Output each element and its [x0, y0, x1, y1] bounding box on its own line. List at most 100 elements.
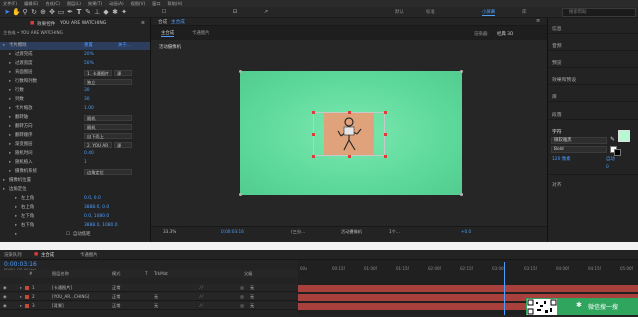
preview-panel-tab[interactable]: 预览 [552, 59, 562, 66]
effect-controls-tab[interactable]: 效果控件 [37, 21, 55, 27]
current-time[interactable]: 0:00:03:16 [221, 229, 244, 234]
paragraph-panel-tab[interactable]: 段落 [552, 111, 562, 118]
workspace-library[interactable]: 库 [522, 9, 526, 15]
canvas-handle-bl[interactable] [239, 193, 242, 196]
effect-property-row[interactable]: ▸ ☐ 自动焦距 [0, 231, 150, 239]
property-value[interactable]: 0.0, 0.0 [84, 195, 101, 203]
type-tool-icon[interactable]: T [75, 8, 83, 16]
layer-trkmat[interactable]: 无 [154, 302, 158, 310]
layer-name[interactable]: [背景] [52, 302, 64, 310]
layer-parent[interactable]: 无 [250, 302, 254, 310]
workspace-small-screen[interactable]: 小屏幕 [482, 9, 496, 16]
panel-menu-icon[interactable]: ≡ [141, 21, 145, 26]
label-color-swatch[interactable] [25, 286, 29, 290]
twirl-arrow-icon[interactable]: ▸ [9, 141, 11, 149]
label-color-swatch[interactable] [25, 304, 29, 308]
menu-composition[interactable]: 合成(C) [45, 0, 60, 7]
effect-property-row[interactable]: ▸ 左上角 0.0, 0.0 [0, 195, 150, 203]
transform-handle[interactable] [384, 111, 387, 114]
clone-stamp-tool-icon[interactable]: ⊥ [93, 8, 101, 16]
effect-property-row[interactable]: ▸ 随机时间 0.40 [0, 150, 150, 158]
property-dropdown-source[interactable]: 源 [114, 142, 132, 148]
eyedropper-icon[interactable]: ✎ [610, 136, 615, 143]
property-value[interactable]: 30 [84, 87, 90, 95]
transform-handle[interactable] [348, 111, 351, 114]
property-value[interactable]: 3888.0, 0.0 [84, 204, 109, 212]
effect-property-row[interactable]: ▸ 边角定位 [0, 186, 150, 194]
search-help-input[interactable]: 搜索帮助 [562, 8, 636, 17]
twirl-arrow-icon[interactable]: ▸ [15, 222, 17, 230]
menu-edit[interactable]: 编辑(E) [24, 0, 38, 7]
effect-property-row[interactable]: ▸ 过渡完成 20% [0, 51, 150, 59]
property-value[interactable]: 20% [84, 51, 94, 59]
grid-select[interactable]: (三分... [291, 229, 305, 235]
transform-handle[interactable] [348, 155, 351, 158]
twirl-arrow-icon[interactable]: ▸ [9, 123, 11, 131]
twirl-arrow-icon[interactable]: ▸ [9, 105, 11, 113]
tracking-value[interactable]: 0 [606, 165, 609, 170]
fill-color-swatch[interactable] [618, 130, 630, 142]
tab-cartoon[interactable]: 卡通图片 [80, 252, 98, 258]
rectangle-tool-icon[interactable]: ▭ [57, 8, 65, 16]
menu-window[interactable]: 窗口 [152, 0, 160, 7]
audio-panel-tab[interactable]: 音频 [552, 42, 562, 49]
visibility-eye-icon[interactable]: ◉ [3, 293, 7, 301]
stroke-black-swatch[interactable] [614, 149, 621, 156]
twirl-arrow-icon[interactable]: ▸ [15, 213, 17, 221]
effect-property-row[interactable]: ▸ 翻转方向 随机 [0, 123, 150, 131]
rotate-tool-icon[interactable]: ↻ [30, 8, 38, 16]
transform-handle[interactable] [384, 155, 387, 158]
renderer-value[interactable]: 经典 3D [497, 31, 513, 37]
align-panel-tab[interactable]: 对齐 [552, 181, 562, 188]
transform-handle[interactable] [312, 155, 315, 158]
twirl-arrow-icon[interactable]: ▸ [20, 302, 22, 310]
visibility-eye-icon[interactable]: ◉ [3, 302, 7, 310]
menu-view[interactable]: 视图(V) [131, 0, 146, 7]
canvas-handle-tl[interactable] [239, 70, 242, 73]
layer-trkmat[interactable]: 无 [154, 293, 158, 301]
property-dropdown[interactable]: 自下而上 [84, 133, 132, 139]
snap-edges-icon[interactable]: ↗ [262, 8, 270, 16]
camera-tool-icon[interactable]: ⊕ [39, 8, 47, 16]
menu-effect[interactable]: 效果(T) [88, 0, 102, 7]
menu-help[interactable]: 帮助(H) [168, 0, 183, 7]
layer-parent[interactable]: 无 [250, 284, 254, 292]
effect-property-row[interactable]: ▸ 渐变图层 2. YOU AR 源 [0, 141, 150, 149]
layer-bounding-box[interactable] [313, 112, 385, 156]
twirl-arrow-icon[interactable]: ▸ [9, 69, 11, 77]
font-style-select[interactable]: Bold [551, 146, 607, 153]
effect-property-row[interactable]: ▸ 列数 30 [0, 96, 150, 104]
pick-whip-icon[interactable]: @ [240, 293, 244, 301]
visibility-eye-icon[interactable]: ◉ [3, 284, 7, 292]
twirl-arrow-icon[interactable]: ▸ [9, 87, 11, 95]
tab-main-comp[interactable]: 主合成 [41, 252, 54, 258]
workspace-standard[interactable]: 标准 [426, 9, 435, 15]
property-dropdown[interactable]: 2. YOU AR [84, 142, 112, 148]
transform-handle[interactable] [312, 133, 315, 136]
layer-mode[interactable]: 正常 [112, 284, 120, 292]
twirl-arrow-icon[interactable]: ▸ [20, 293, 22, 301]
property-dropdown[interactable]: 1. 卡通图片 [84, 70, 112, 76]
puppet-tool-icon[interactable]: ✦ [120, 8, 128, 16]
about-link[interactable]: 关于... [118, 42, 131, 50]
twirl-arrow-icon[interactable]: ▸ [3, 186, 5, 194]
property-value[interactable]: 1.00 [84, 105, 94, 113]
property-value[interactable]: 1 [84, 159, 87, 167]
twirl-arrow-icon[interactable]: ▸ [9, 51, 11, 59]
snap-icon[interactable]: ⊡ [231, 8, 239, 16]
property-value[interactable]: 0.0, 1080.0 [84, 213, 109, 221]
layer-mode[interactable]: 正常 [112, 293, 120, 301]
camera-select[interactable]: 活动摄像机 [341, 229, 362, 235]
info-panel-tab[interactable]: 信息 [552, 25, 562, 32]
menu-animation[interactable]: 动画(A) [109, 0, 124, 7]
label-color-swatch[interactable] [25, 295, 29, 299]
effect-property-row[interactable]: ▸ 过渡宽度 50% [0, 60, 150, 68]
layer-name[interactable]: [卡通图片] [52, 284, 72, 292]
character-panel-tab[interactable]: 字符 [552, 128, 562, 135]
effect-property-row[interactable]: ▸ 右下角 3888.0, 1080.0 [0, 222, 150, 230]
align-icon[interactable]: ☐ [160, 8, 168, 16]
twirl-arrow-icon[interactable]: ▸ [15, 204, 17, 212]
effect-property-row[interactable]: ▸ 摄像机系统 边角定位 [0, 168, 150, 176]
eraser-tool-icon[interactable]: ◆ [102, 8, 110, 16]
magnification-select[interactable]: 33.3% [163, 229, 176, 234]
